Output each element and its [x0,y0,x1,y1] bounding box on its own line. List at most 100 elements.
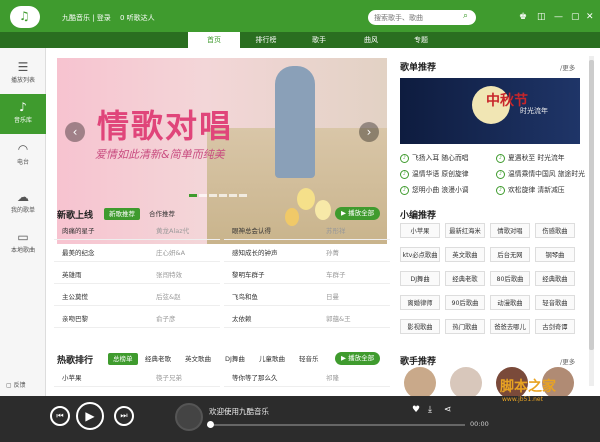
previous-track-button[interactable]: ⏮ [50,406,70,426]
tab-topics[interactable]: 专题 [406,32,436,48]
sidebar-item-radio[interactable]: ◠ 电台 [0,136,46,176]
tag-button[interactable]: 轻音歌曲 [535,295,575,310]
tag-button[interactable]: 热门歌曲 [445,319,485,334]
play-all-button[interactable]: ▶ 播放全部 [335,207,381,220]
tag-button[interactable]: 伤感歌曲 [535,223,575,238]
tag-button[interactable]: 古剑奇谭 [535,319,575,334]
tab-new-recommend[interactable]: 新歌推荐 [104,208,140,220]
banner-dot[interactable] [219,194,227,197]
tag-button[interactable]: 动漫歌曲 [490,295,530,310]
feedback-link[interactable]: ▢ 反馈 [6,380,26,389]
playlists-title: 歌单推荐 [400,63,437,73]
singer-avatar[interactable] [450,367,482,399]
tab-home[interactable]: 首页 [188,32,240,48]
tag-button[interactable]: DJ舞曲 [400,271,440,286]
next-track-button[interactable]: ⏭ [114,406,134,426]
skin-icon[interactable]: ♚ [519,12,527,22]
song-artist: 孙菁 [326,249,339,257]
singers-more-link[interactable]: /更多 [560,356,575,366]
close-icon[interactable]: ✕ [586,12,594,22]
table-row[interactable]: 亲吻巴黎 俞子彦 [54,311,220,328]
mini-mode-icon[interactable]: ◫ [537,12,546,22]
hot-play-all-button[interactable]: ▶ 播放全部 [335,352,381,365]
tag-button[interactable]: 影视歌曲 [400,319,440,334]
album-art[interactable] [175,403,203,431]
playlists-more-link[interactable]: /更多 [560,62,575,72]
banner-dot[interactable] [189,194,197,197]
singer-avatar[interactable] [404,367,436,399]
tag-button[interactable]: 情歌对唱 [490,223,530,238]
tab-charts[interactable]: 排行榜 [248,32,284,48]
tab-english[interactable]: 英文歌曲 [180,353,216,365]
table-row[interactable]: 飞鸟和鱼 日曼 [224,289,390,306]
table-row[interactable]: 眼神总会认得 苏彤祥 [224,223,390,240]
playlist-item[interactable]: ♪ 欢松旋律 清新减压 [496,184,565,195]
tab-children[interactable]: 儿童歌曲 [254,353,290,365]
tag-button[interactable]: 后台无网 [490,247,530,262]
table-row[interactable]: 黎明车群子 车群子 [224,267,390,284]
tag-button[interactable]: 小苹果 [400,223,440,238]
tag-button[interactable]: 80后歌曲 [490,271,530,286]
playlist-item[interactable]: ♪ 夏遇秋至 时光流年 [496,152,565,163]
singers-title: 歌手推荐 [400,357,437,367]
progress-bar[interactable] [207,424,465,426]
tag-button[interactable]: ktv必点歌曲 [400,247,440,262]
play-all-label: 播放全部 [348,209,375,217]
editor-picks-title: 小编推荐 [400,211,437,221]
table-row[interactable]: 小苹果 筷子兄弟 [54,370,220,387]
banner-dot[interactable] [209,194,217,197]
tab-dj[interactable]: DJ舞曲 [220,353,250,365]
tag-button[interactable]: 经典老歌 [445,271,485,286]
featured-playlist[interactable]: 中秋节 时光流年 [400,78,580,144]
sidebar: ☰ 播放列表 ♪ 音乐库 ◠ 电台 ☁ 我的歌单 ▭ 本地歌曲 [0,48,46,396]
banner-dot[interactable] [229,194,237,197]
tab-total-chart[interactable]: 总榜单 [108,353,138,365]
song-artist: 后弦&赵 [156,293,181,301]
restore-icon[interactable]: ▢ [571,12,580,22]
share-icon[interactable]: ⋖ [444,405,452,415]
tag-button[interactable]: 钢琴曲 [535,247,575,262]
sidebar-item-my-playlists[interactable]: ☁ 我的歌单 [0,184,46,224]
banner-dot[interactable] [239,194,247,197]
tag-button[interactable]: 最新红海米 [445,223,485,238]
tab-partner-recommend[interactable]: 合作推荐 [144,208,180,220]
minimize-icon[interactable]: — [554,12,563,22]
play-icon: ▶ [85,409,95,423]
play-button[interactable]: ▶ [76,402,104,430]
progress-knob[interactable] [207,421,214,428]
tag-button[interactable]: 离婚律师 [400,295,440,310]
sidebar-item-playlist[interactable]: ☰ 播放列表 [0,54,46,94]
tab-classic[interactable]: 经典老歌 [140,353,176,365]
sidebar-item-library[interactable]: ♪ 音乐库 [0,94,46,134]
playlist-item[interactable]: ♪ 您明小曲 浪漫小调 [400,184,469,195]
playlist-item[interactable]: ♪ 飞扬入耳 随心而唱 [400,152,469,163]
table-row[interactable]: 等你等了那么久 祁隆 [224,370,390,387]
playlist-item[interactable]: ♪ 温情华语 原创旋律 [400,168,469,179]
sidebar-item-local[interactable]: ▭ 本地歌曲 [0,224,46,264]
table-row[interactable]: 肉痛的星子 黄龙Alaz代 [54,223,220,240]
scrollbar-thumb[interactable] [589,60,594,350]
banner-dot[interactable] [199,194,207,197]
login-link[interactable]: 九酷音乐 | 登录 [62,13,111,23]
table-row[interactable]: 最美的纪念 庄心妍&A [54,245,220,262]
tab-singers[interactable]: 歌手 [304,32,334,48]
heart-icon[interactable]: ♥ [412,405,420,415]
tab-genres[interactable]: 曲风 [356,32,386,48]
playlist-item[interactable]: ♪ 温情乘情中国风 旅途时光 [496,168,585,179]
table-row[interactable]: 太依赖 郭蕴&王 [224,311,390,328]
table-row[interactable]: 感知成长的钟声 孙菁 [224,245,390,262]
tab-light-music[interactable]: 轻音乐 [294,353,324,365]
tag-button[interactable]: 英文歌曲 [445,247,485,262]
tag-button[interactable]: 90后歌曲 [445,295,485,310]
table-row[interactable]: 英雄雨 张闯特效 [54,267,220,284]
banner-next-button[interactable]: › [359,122,379,142]
banner-prev-button[interactable]: ‹ [65,122,85,142]
play-all-label: 播放全部 [348,354,375,362]
tag-button[interactable]: 爸爸去哪儿 [490,319,530,334]
tag-button[interactable]: 经典歌曲 [535,271,575,286]
table-row[interactable]: 主公莫慌 后弦&赵 [54,289,220,306]
download-icon[interactable]: ⤓ [428,405,432,415]
song-title: 亲吻巴黎 [62,315,88,323]
search-icon[interactable]: ⌕ [463,11,468,21]
search-input[interactable] [368,10,476,25]
